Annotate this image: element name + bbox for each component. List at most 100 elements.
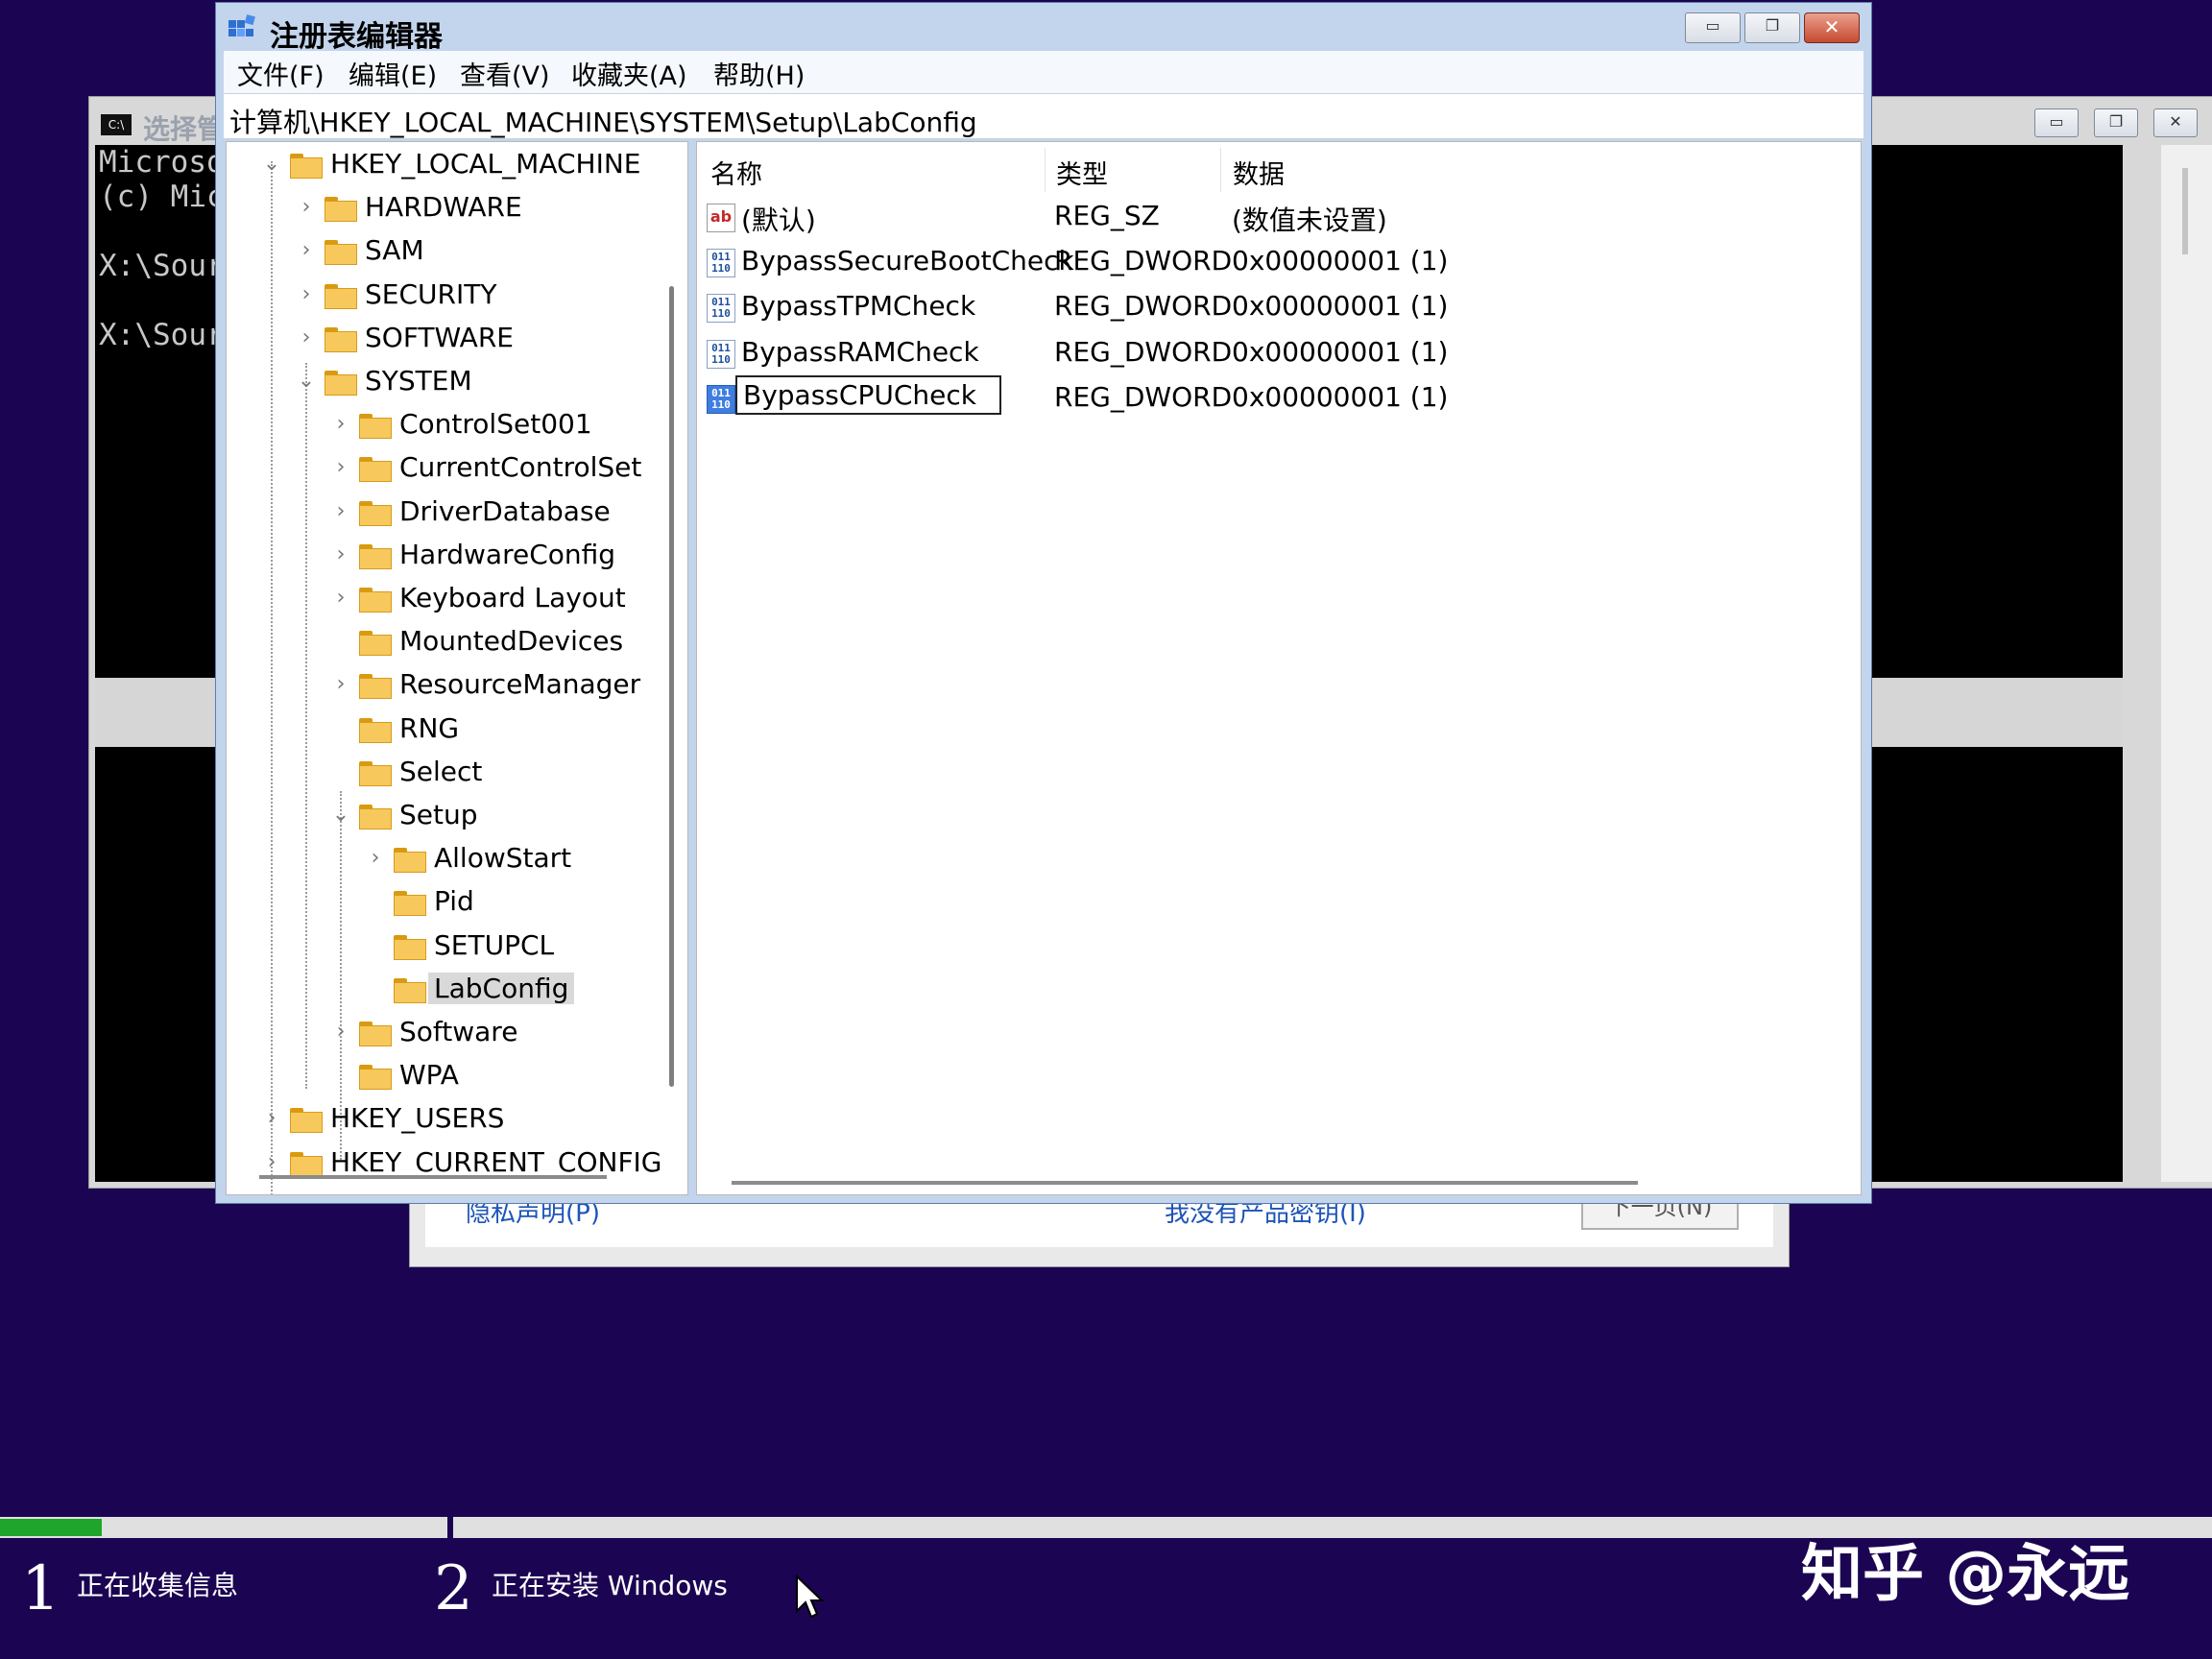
chevron-right-icon[interactable]: ›: [261, 1106, 282, 1130]
tree-horizontal-scrollbar[interactable]: [259, 1175, 607, 1179]
cmd-maximize-button[interactable]: ❐: [2094, 108, 2138, 137]
folder-icon: [290, 154, 323, 179]
cmd-title: 选择管: [143, 113, 225, 145]
value-name: (默认): [741, 204, 816, 236]
tree-node-label: MountedDevices: [399, 625, 624, 658]
value-row[interactable]: 011 110 BypassTPMCheck REG_DWORD 0x00000001 …: [707, 288, 1839, 328]
column-header-name[interactable]: 名称: [710, 154, 762, 191]
column-header-data[interactable]: 数据: [1233, 154, 1285, 191]
values-horizontal-scrollbar[interactable]: [732, 1181, 1638, 1185]
watermark: 知乎 @永远: [1801, 1539, 2130, 1610]
progress-step-divider: [447, 1515, 453, 1540]
step-1-label: 正在收集信息: [77, 1570, 239, 1601]
step-1-number: 1: [21, 1553, 60, 1624]
folder-icon: [394, 977, 426, 1003]
binary-value-icon: 011 110: [707, 384, 735, 414]
folder-icon: [394, 934, 426, 960]
chevron-right-icon[interactable]: ›: [330, 672, 351, 696]
column-separator[interactable]: [1045, 148, 1046, 192]
chevron-right-icon[interactable]: ›: [330, 412, 351, 436]
menu-view[interactable]: 查看(V): [460, 55, 550, 92]
chevron-right-icon[interactable]: ›: [330, 1020, 351, 1044]
value-row[interactable]: 011 110 BypassCPUCheck REG_DWORD 0x00000001 …: [707, 374, 1839, 420]
address-bar[interactable]: 计算机\HKEY_LOCAL_MACHINE\SYSTEM\Setup\LabC…: [224, 93, 1863, 139]
tree-node-label: DriverDatabase: [399, 494, 611, 527]
value-data: 0x00000001 (1): [1232, 290, 1449, 323]
folder-icon: [290, 1151, 323, 1177]
folder-icon: [394, 891, 426, 917]
chevron-down-icon[interactable]: ⌄: [261, 152, 282, 176]
value-row[interactable]: 011 110 BypassRAMCheck REG_DWORD 0x00000001 …: [707, 334, 1839, 374]
value-data: 0x00000001 (1): [1232, 380, 1449, 413]
menu-help[interactable]: 帮助(H): [713, 55, 805, 92]
tree-node-label: HKEY_LOCAL_MACHINE: [330, 148, 641, 180]
value-row[interactable]: ab (默认) REG_SZ (数值未设置): [707, 198, 1839, 238]
folder-icon: [359, 543, 392, 569]
cmd-close-button[interactable]: ✕: [2153, 108, 2198, 137]
maximize-button[interactable]: ❐: [1744, 12, 1800, 43]
folder-icon: [325, 326, 357, 352]
chevron-right-icon[interactable]: ›: [296, 282, 317, 306]
chevron-right-icon[interactable]: ›: [330, 455, 351, 479]
step-2-label: 正在安装 Windows: [492, 1570, 728, 1601]
menu-favorites[interactable]: 收藏夹(A): [571, 55, 687, 92]
chevron-right-icon[interactable]: ›: [296, 238, 317, 262]
chevron-right-icon[interactable]: ›: [296, 325, 317, 349]
menu-edit[interactable]: 编辑(E): [349, 55, 437, 92]
tree-node-label: SYSTEM: [365, 365, 472, 397]
regedit-window[interactable]: 注册表编辑器 ▭ ❐ ✕ 文件(F) 编辑(E) 查看(V) 收藏夹(A) 帮助…: [215, 2, 1872, 1204]
cmd-minimize-button[interactable]: ▭: [2034, 108, 2079, 137]
regedit-icon: [228, 14, 255, 36]
chevron-right-icon[interactable]: ›: [330, 499, 351, 523]
value-type: REG_DWORD: [1054, 335, 1233, 368]
setup-progress-fill: [0, 1519, 102, 1536]
column-header-type[interactable]: 类型: [1056, 154, 1108, 191]
folder-icon: [325, 240, 357, 266]
tree-node-label: SOFTWARE: [365, 321, 514, 353]
tree-node-label: HKEY_USERS: [330, 1102, 505, 1135]
cmd-scroll-thumb[interactable]: [2182, 168, 2188, 254]
menu-bar: 文件(F) 编辑(E) 查看(V) 收藏夹(A) 帮助(H): [224, 51, 1863, 93]
value-type: REG_SZ: [1054, 200, 1160, 231]
value-data: (数值未设置): [1232, 204, 1387, 236]
folder-icon: [359, 674, 392, 700]
tree-node-label: Keyboard Layout: [399, 582, 626, 613]
folder-icon: [359, 1065, 392, 1091]
menu-file[interactable]: 文件(F): [237, 55, 325, 92]
tree-node-label: WPA: [399, 1059, 459, 1092]
tree-node-label: CurrentControlSet: [399, 451, 642, 484]
mouse-cursor-icon: [796, 1575, 824, 1619]
value-row[interactable]: 011 110 BypassSecureBootCheck REG_DWORD 0x00…: [707, 243, 1839, 283]
column-separator[interactable]: [1220, 148, 1221, 192]
address-path: 计算机\HKEY_LOCAL_MACHINE\SYSTEM\Setup\LabC…: [229, 107, 977, 138]
chevron-right-icon[interactable]: ›: [365, 846, 386, 870]
value-name: BypassTPMCheck: [741, 290, 976, 323]
close-button[interactable]: ✕: [1804, 12, 1860, 43]
folder-icon: [359, 457, 392, 483]
chevron-right-icon[interactable]: ›: [330, 586, 351, 610]
title-bar[interactable]: 注册表编辑器 ▭ ❐ ✕: [216, 3, 1871, 54]
tree-node-label: Pid: [434, 885, 474, 918]
chevron-right-icon[interactable]: ›: [296, 195, 317, 219]
folder-icon: [359, 1022, 392, 1046]
folder-icon: [359, 717, 392, 743]
chevron-down-icon[interactable]: ⌄: [296, 369, 317, 393]
tree-node-label: HardwareConfig: [399, 538, 616, 570]
chevron-right-icon[interactable]: ›: [330, 542, 351, 566]
tree-guide-line: [305, 363, 307, 1089]
tree-node-label: Setup: [399, 799, 478, 830]
tree-node-label: SETUPCL: [434, 928, 555, 961]
value-name-rename-input[interactable]: BypassCPUCheck: [735, 374, 1001, 415]
tree-node-label: RNG: [399, 711, 460, 744]
tree-node-label: SAM: [365, 234, 424, 267]
values-pane[interactable]: 名称 类型 数据 ab (默认) REG_SZ (数值未设置) 011 110 Bypass…: [696, 141, 1862, 1195]
key-tree-pane[interactable]: ⌄ HKEY_LOCAL_MACHINE › HARDWARE › SAM › SECURIT…: [226, 141, 688, 1195]
chevron-right-icon[interactable]: ›: [261, 1150, 282, 1174]
binary-value-icon: 011 110: [707, 339, 735, 369]
tree-scrollbar[interactable]: [669, 286, 674, 1087]
chevron-down-icon[interactable]: ⌄: [330, 803, 351, 827]
folder-icon: [359, 760, 392, 786]
cmd-scrollbar[interactable]: [2161, 145, 2212, 1182]
step-2-number: 2: [434, 1553, 473, 1624]
minimize-button[interactable]: ▭: [1685, 12, 1741, 43]
